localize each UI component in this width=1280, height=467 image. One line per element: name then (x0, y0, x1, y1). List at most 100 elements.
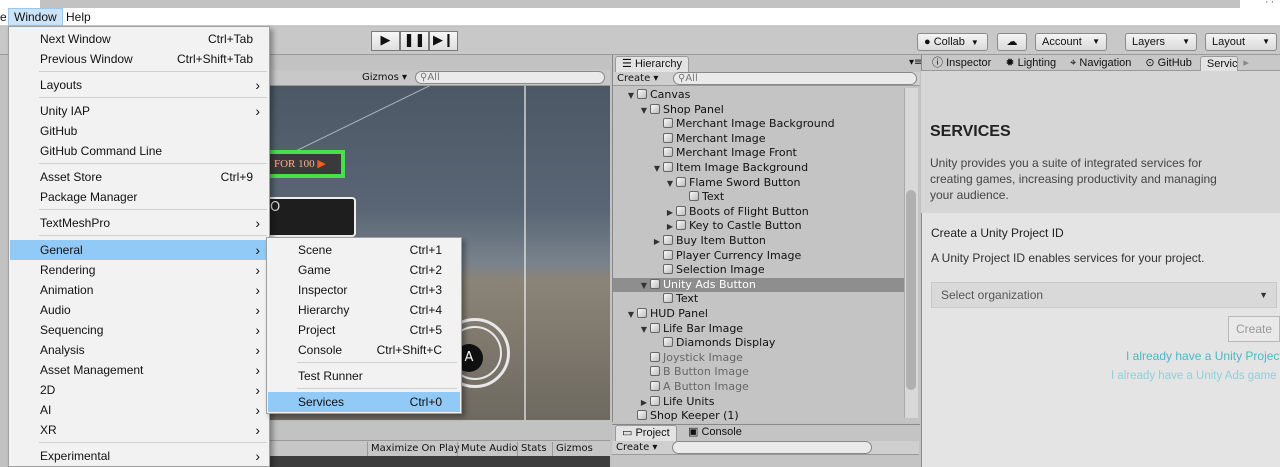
hierarchy-item[interactable]: Merchant Image Background (613, 117, 905, 132)
stats-toggle[interactable]: Stats (517, 442, 550, 456)
hierarchy-item[interactable]: ▼ HUD Panel (613, 307, 905, 322)
menu-item-asset-management[interactable]: Asset Management › (10, 360, 268, 380)
expand-down-icon[interactable]: ▼ (625, 89, 637, 104)
project-create-dropdown[interactable]: Create ▾ (616, 441, 657, 454)
menu-item-github-command-line[interactable]: GitHub Command Line (10, 141, 268, 161)
menu-item-audio[interactable]: Audio › (10, 300, 268, 320)
menu-item-previous-window[interactable]: Previous Window Ctrl+Shift+Tab (10, 49, 268, 69)
expand-right-icon[interactable]: ▶ (638, 396, 650, 411)
hierarchy-item[interactable]: ▶ Life Units (613, 395, 905, 410)
hierarchy-item[interactable]: Merchant Image (613, 132, 905, 147)
menu-item-2d[interactable]: 2D › (10, 380, 268, 400)
hierarchy-item[interactable]: ▼ Canvas (613, 88, 905, 103)
hierarchy-item[interactable]: A Button Image (613, 380, 905, 395)
layout-dropdown[interactable]: Layout ▼ (1205, 33, 1277, 51)
menu-item-layouts[interactable]: Layouts › (10, 75, 268, 95)
hierarchy-item[interactable]: Player Currency Image (613, 249, 905, 264)
hierarchy-item[interactable]: ▼ Unity Ads Button (613, 277, 905, 294)
hierarchy-item[interactable]: Joystick Image (613, 351, 905, 366)
menu-window[interactable]: Window (8, 8, 63, 26)
existing-project-id-link[interactable]: I already have a Unity Project ID (1126, 349, 1280, 363)
game-view[interactable] (270, 456, 610, 467)
hierarchy-item[interactable]: ▶ Boots of Flight Button (613, 205, 905, 220)
play-button[interactable]: ▶ (371, 31, 400, 51)
menu-edit[interactable]: e (0, 8, 6, 26)
hierarchy-item[interactable]: B Button Image (613, 365, 905, 380)
collab-button[interactable]: ● Collab ▼ (917, 33, 988, 51)
scene-search-input[interactable]: ⚲All (415, 71, 605, 84)
game-gizmos-dropdown[interactable]: Gizmos (552, 442, 596, 456)
hierarchy-item[interactable]: Text (613, 292, 905, 307)
cloud-button[interactable]: ☁ (997, 33, 1027, 51)
menu-item-services[interactable]: Services Ctrl+0 (268, 392, 460, 412)
menu-item-scene[interactable]: Scene Ctrl+1 (268, 240, 460, 260)
menu-item-sequencing[interactable]: Sequencing › (10, 320, 268, 340)
hierarchy-item[interactable]: ▶ Key to Castle Button (613, 219, 905, 234)
tab-navigation[interactable]: ⌖ Navigation (1064, 56, 1137, 72)
expand-right-icon[interactable]: ▶ (664, 220, 676, 235)
expand-right-icon[interactable]: ▶ (651, 235, 663, 250)
menu-help[interactable]: Help (61, 8, 96, 26)
menu-item-game[interactable]: Game Ctrl+2 (268, 260, 460, 280)
menu-item-textmeshpro[interactable]: TextMeshPro › (10, 213, 268, 233)
menu-item-package-manager[interactable]: Package Manager (10, 187, 268, 207)
expand-right-icon[interactable]: ▶ (664, 206, 676, 221)
hierarchy-item[interactable]: Text (613, 190, 905, 205)
hierarchy-scroll-thumb[interactable] (906, 190, 916, 390)
organization-select[interactable]: Select organization ▼ (931, 282, 1277, 308)
menu-item-ai[interactable]: AI › (10, 400, 268, 420)
step-button[interactable]: ▶❙ (429, 31, 458, 51)
menu-item-general[interactable]: General › (10, 240, 268, 260)
hierarchy-item[interactable]: ▶ Buy Item Button (613, 234, 905, 249)
hierarchy-search-input[interactable]: ⚲All (673, 72, 917, 85)
menu-item-animation[interactable]: Animation › (10, 280, 268, 300)
menu-item-test-runner[interactable]: Test Runner (268, 366, 460, 386)
tab-inspector[interactable]: ⓘ Inspector (926, 56, 997, 72)
menu-item-console[interactable]: Console Ctrl+Shift+C (268, 340, 460, 360)
menu-item-unity-iap[interactable]: Unity IAP › (10, 101, 268, 121)
hierarchy-item[interactable]: ▼ Shop Panel (613, 103, 905, 118)
hierarchy-item[interactable]: ▼ Flame Sword Button (613, 176, 905, 191)
hierarchy-item[interactable]: Selection Image (613, 263, 905, 278)
gameobject-icon (637, 410, 647, 421)
menu-item-xr[interactable]: XR › (10, 420, 268, 440)
account-dropdown[interactable]: Account ▼ (1035, 33, 1107, 51)
menu-item-inspector[interactable]: Inspector Ctrl+3 (268, 280, 460, 300)
menu-item-next-window[interactable]: Next Window Ctrl+Tab (10, 29, 268, 49)
expand-down-icon[interactable]: ▼ (638, 104, 650, 119)
expand-down-icon[interactable]: ▼ (664, 177, 676, 192)
tab-github[interactable]: ⊙ GitHub (1139, 56, 1198, 72)
expand-down-icon[interactable]: ▼ (638, 323, 650, 338)
menu-item-github[interactable]: GitHub (10, 121, 268, 141)
project-search-input[interactable] (672, 441, 872, 454)
tab-scroll-right-icon[interactable]: ▸ (1240, 56, 1249, 69)
menu-item-rendering[interactable]: Rendering › (10, 260, 268, 280)
hierarchy-item[interactable]: ▼ Life Bar Image (613, 322, 905, 337)
layers-dropdown[interactable]: Layers ▼ (1125, 33, 1197, 51)
menu-item-analysis[interactable]: Analysis › (10, 340, 268, 360)
menu-item-experimental[interactable]: Experimental › (10, 446, 268, 466)
mute-audio-toggle[interactable]: Mute Audio (457, 442, 521, 456)
gizmos-dropdown[interactable]: Gizmos ▾ (362, 71, 407, 84)
hierarchy-item[interactable]: Merchant Image Front (613, 146, 905, 161)
tab-lighting[interactable]: ✹ Lighting (999, 56, 1062, 72)
maximize-on-play-toggle[interactable]: Maximize On Play (367, 442, 463, 456)
expand-down-icon[interactable]: ▼ (625, 308, 637, 323)
existing-ads-id-link[interactable]: I already have a Unity Ads game ID (1111, 370, 1280, 382)
tab-console[interactable]: ▣ Console (682, 425, 748, 441)
expand-down-icon[interactable]: ▼ (651, 162, 663, 177)
create-project-id-button[interactable]: Create (1228, 316, 1280, 342)
tab-servic[interactable]: Servic (1199, 56, 1238, 72)
hierarchy-create-dropdown[interactable]: Create ▾ (617, 72, 658, 85)
hierarchy-item[interactable]: ▼ Item Image Background (613, 161, 905, 176)
menu-item-label: Experimental (40, 449, 111, 463)
menu-item-project[interactable]: Project Ctrl+5 (268, 320, 460, 340)
expand-down-icon[interactable]: ▼ (638, 279, 650, 294)
pause-button[interactable]: ❚❚ (400, 31, 429, 51)
menu-item-hierarchy[interactable]: Hierarchy Ctrl+4 (268, 300, 460, 320)
menu-item-asset-store[interactable]: Asset Store Ctrl+9 (10, 167, 268, 187)
tab-project[interactable]: ▭ Project (615, 425, 677, 441)
tab-hierarchy[interactable]: ☰ Hierarchy (615, 56, 690, 72)
hierarchy-item[interactable]: Shop Keeper (1) (613, 409, 905, 424)
hierarchy-item[interactable]: Diamonds Display (613, 336, 905, 351)
